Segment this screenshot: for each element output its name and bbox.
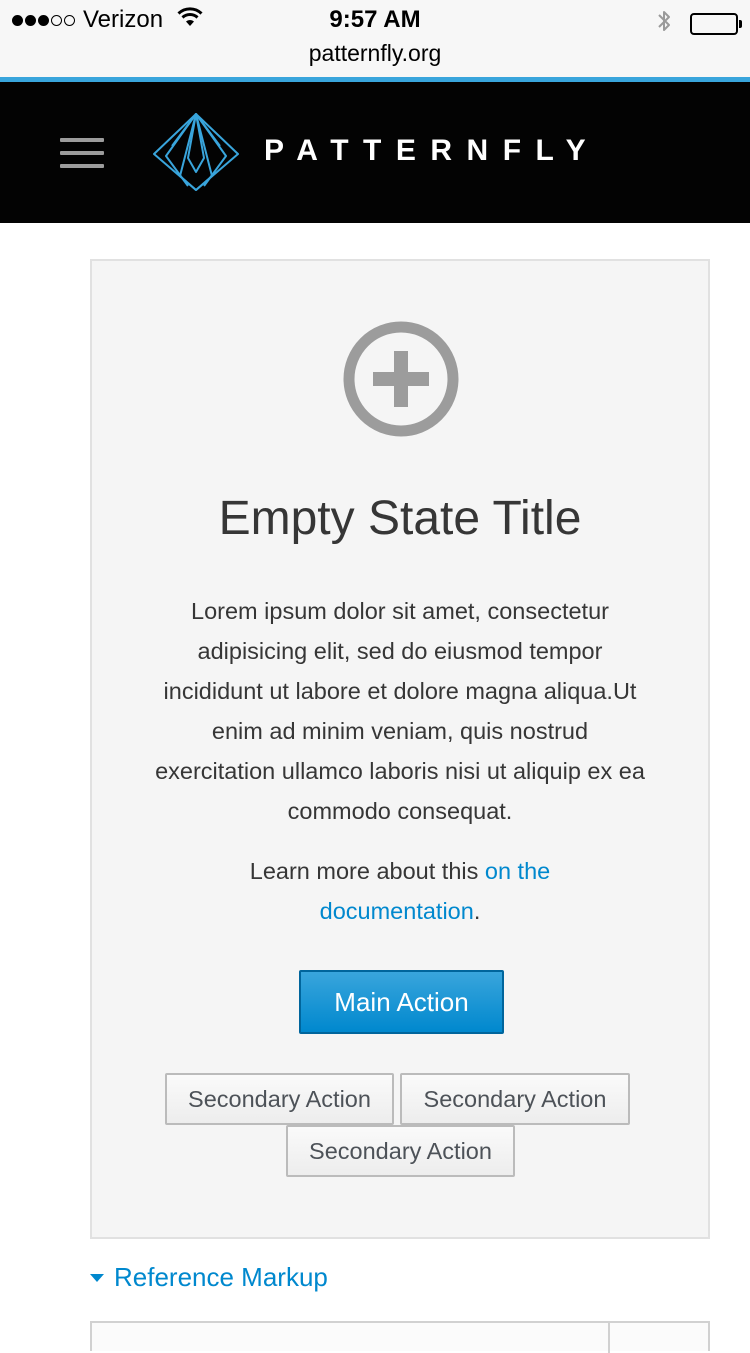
empty-state-title: Empty State Title: [218, 492, 582, 545]
status-time: 9:57 AM: [329, 6, 421, 33]
secondary-action-button-1[interactable]: Secondary Action: [165, 1073, 394, 1125]
learn-more-prefix: Learn more about this: [249, 858, 485, 884]
empty-state-card: Empty State Title Lorem ipsum dolor sit …: [90, 259, 710, 1239]
copy-tab[interactable]: [608, 1323, 708, 1353]
caret-down-icon: [90, 1273, 104, 1282]
learn-more-text: Learn more about this on the documentati…: [217, 851, 583, 931]
secondary-action-button-2[interactable]: Secondary Action: [400, 1073, 630, 1125]
learn-more-suffix: .: [473, 898, 481, 924]
brand-name[interactable]: PATTERNFLY: [264, 134, 600, 168]
add-circle-icon: [343, 321, 459, 442]
patternfly-logo-icon[interactable]: [152, 112, 240, 197]
battery-icon: [690, 12, 742, 35]
empty-state-body: Lorem ipsum dolor sit amet, consectetur …: [155, 598, 645, 824]
status-right: [656, 8, 742, 39]
secondary-action-button-3[interactable]: Secondary Action: [286, 1125, 515, 1177]
hamburger-icon[interactable]: [60, 138, 104, 168]
reference-markup-toggle[interactable]: Reference Markup: [90, 1262, 328, 1293]
reference-markup-label: Reference Markup: [114, 1262, 328, 1292]
code-block: [90, 1321, 710, 1353]
address-bar-url[interactable]: patternfly.org: [0, 40, 750, 67]
bluetooth-icon: [656, 8, 672, 39]
main-action-button[interactable]: Main Action: [299, 970, 504, 1034]
masthead: PATTERNFLY: [0, 82, 750, 223]
status-bar: Verizon 9:57 AM patternfly.org: [0, 0, 750, 78]
